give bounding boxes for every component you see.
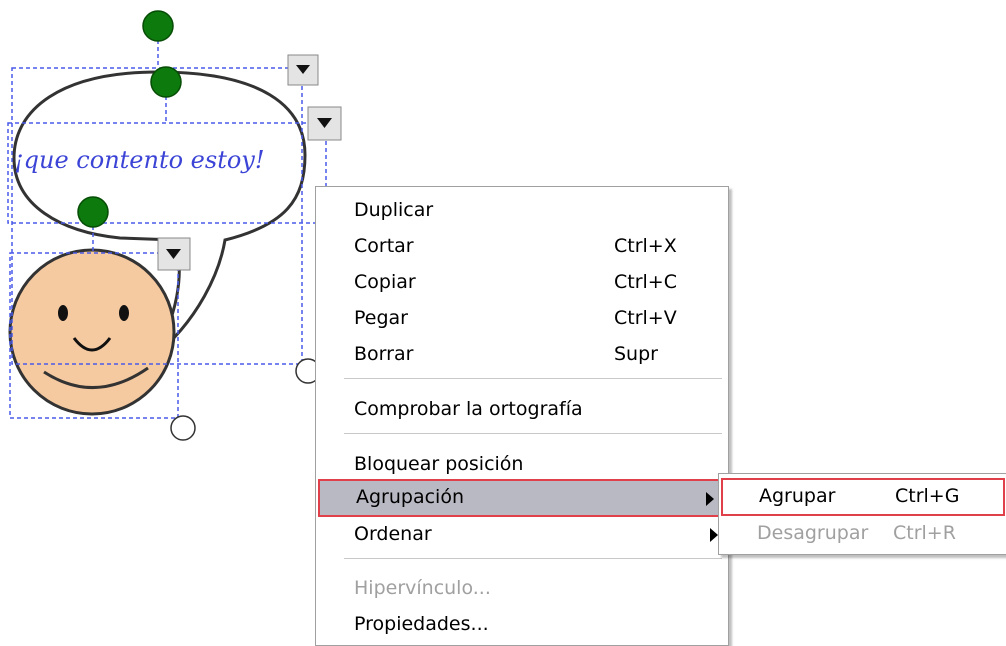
- submenu-arrow-icon: [706, 492, 714, 506]
- menu-item-comprobar-ortografia[interactable]: Comprobar la ortografía: [316, 392, 728, 428]
- object-menu-button[interactable]: [157, 237, 191, 271]
- menu-item-bloquear-posicion[interactable]: Bloquear posición: [316, 447, 728, 483]
- menu-item-shortcut: Ctrl+G: [895, 485, 960, 507]
- menu-item-shortcut: Ctrl+X: [614, 235, 677, 257]
- menu-item-label: Desagrupar: [757, 522, 869, 544]
- menu-item-label: Propiedades...: [354, 613, 489, 635]
- menu-item-pegar[interactable]: Pegar Ctrl+V: [316, 301, 728, 337]
- menu-item-copiar[interactable]: Copiar Ctrl+C: [316, 265, 728, 301]
- menu-item-borrar[interactable]: Borrar Supr: [316, 337, 728, 373]
- menu-item-ordenar[interactable]: Ordenar: [316, 517, 728, 553]
- rotate-handle-icon: [150, 66, 182, 98]
- menu-item-agrupacion[interactable]: Agrupación: [318, 479, 726, 517]
- object-menu-button[interactable]: [287, 54, 319, 86]
- object-menu-button[interactable]: [307, 106, 342, 141]
- menu-item-label: Comprobar la ortografía: [354, 398, 583, 420]
- menu-item-label: Hipervínculo...: [354, 577, 491, 599]
- menu-item-propiedades[interactable]: Propiedades...: [316, 607, 728, 643]
- menu-item-label: Bloquear posición: [354, 453, 524, 475]
- menu-item-shortcut: Supr: [614, 343, 658, 365]
- menu-item-label: Duplicar: [354, 199, 434, 221]
- menu-separator: [344, 378, 722, 380]
- menu-item-shortcut: Ctrl+V: [614, 307, 677, 329]
- menu-item-duplicar[interactable]: Duplicar: [316, 193, 728, 229]
- menu-item-hipervinculo: Hipervínculo...: [316, 571, 728, 607]
- menu-item-label: Agrupación: [356, 486, 465, 508]
- bubble-text[interactable]: ¡que contento estoy!: [14, 146, 265, 174]
- smiley-face[interactable]: [8, 248, 176, 416]
- rotate-handle-icon: [142, 10, 174, 42]
- menu-item-label: Cortar: [354, 235, 414, 257]
- menu-item-agrupar[interactable]: Agrupar Ctrl+G: [721, 478, 1005, 516]
- resize-handle-icon[interactable]: [170, 415, 196, 441]
- menu-item-shortcut: Ctrl+C: [614, 271, 677, 293]
- menu-item-label: Pegar: [354, 307, 408, 329]
- context-menu: Duplicar Cortar Ctrl+X Copiar Ctrl+C Peg…: [315, 186, 729, 646]
- submenu-arrow-icon: [710, 528, 718, 542]
- menu-item-cortar[interactable]: Cortar Ctrl+X: [316, 229, 728, 265]
- menu-separator: [344, 433, 722, 435]
- menu-item-shortcut: Ctrl+R: [893, 522, 956, 544]
- menu-item-desagrupar: Desagrupar Ctrl+R: [719, 516, 1006, 552]
- menu-separator: [344, 558, 722, 560]
- menu-item-label: Agrupar: [759, 485, 836, 507]
- menu-item-label: Copiar: [354, 271, 416, 293]
- menu-item-label: Ordenar: [354, 523, 432, 545]
- menu-item-label: Borrar: [354, 343, 414, 365]
- rotate-handle-icon: [77, 196, 109, 228]
- agrupacion-submenu: Agrupar Ctrl+G Desagrupar Ctrl+R: [718, 473, 1006, 555]
